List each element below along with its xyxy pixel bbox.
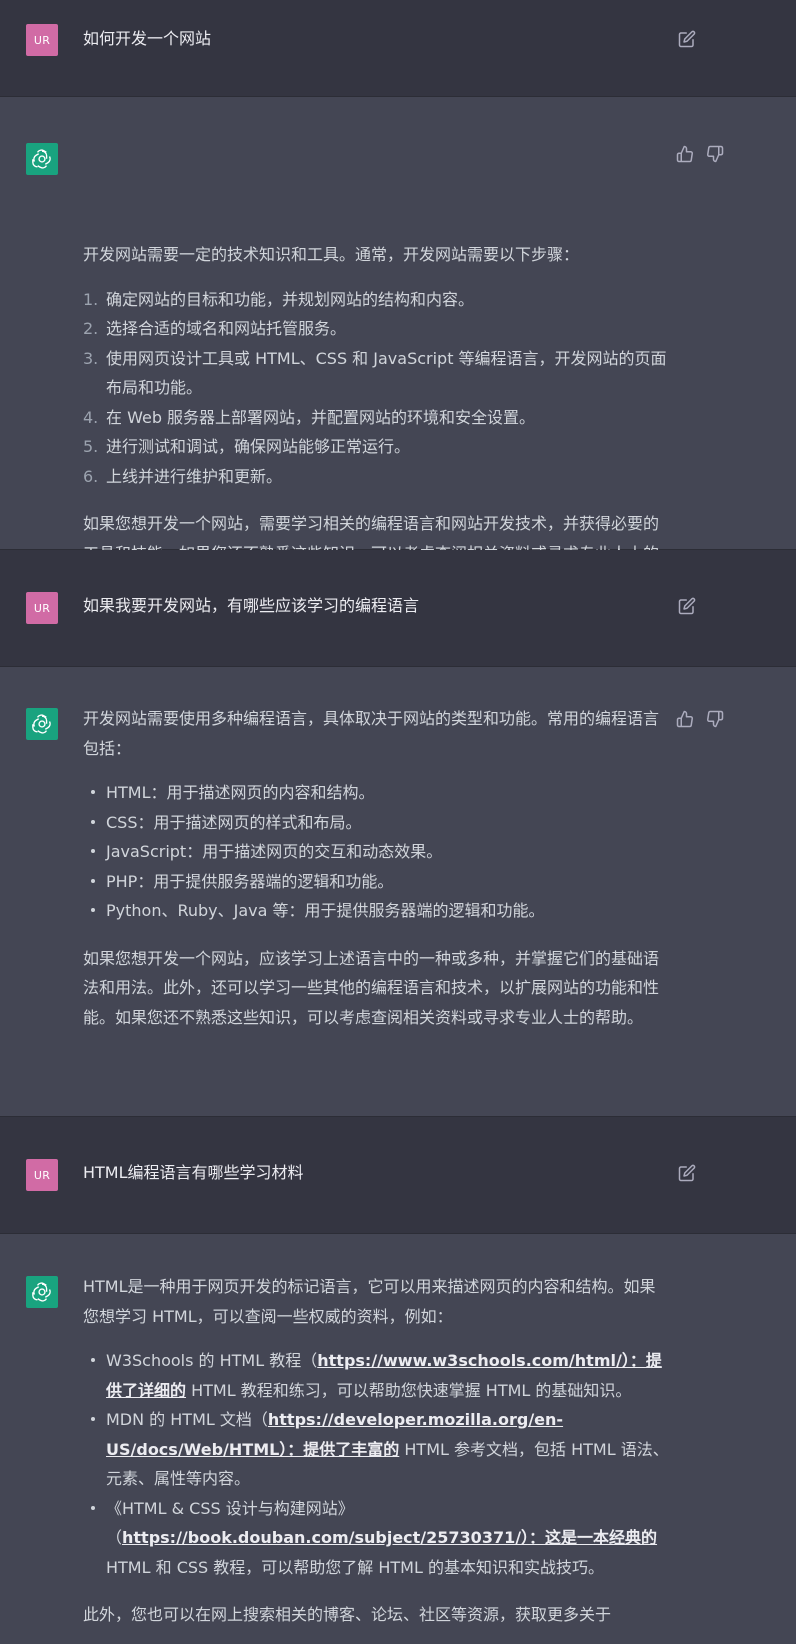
openai-logo-icon bbox=[26, 708, 58, 740]
user-message-text: HTML编程语言有哪些学习材料 bbox=[83, 1163, 304, 1182]
list-item: 4. 在 Web 服务器上部署网站，并配置网站的环境和安全设置。 bbox=[83, 407, 536, 427]
user-avatar: UR bbox=[26, 1159, 58, 1191]
assistant-message-2: 开发网站需要使用多种编程语言，具体取决于网站的类型和功能。常用的编程语言包括： … bbox=[0, 667, 796, 1117]
edit-icon[interactable] bbox=[678, 1164, 696, 1182]
user-avatar: UR bbox=[26, 592, 58, 624]
assistant-message-content: 开发网站需要使用多种编程语言，具体取决于网站的类型和功能。常用的编程语言包括： … bbox=[83, 704, 669, 1032]
list-item: W3Schools 的 HTML 教程（https://www.w3school… bbox=[83, 1346, 669, 1405]
list-item: 2. 选择合适的域名和网站托管服务。 bbox=[83, 319, 347, 338]
assistant-message-1: 开发网站需要一定的技术知识和工具。通常，开发网站需要以下步骤： 1. 确定网站的目… bbox=[0, 97, 796, 592]
thumbs-down-icon[interactable] bbox=[706, 710, 724, 728]
thumbs-down-icon[interactable] bbox=[706, 145, 724, 163]
feedback-buttons bbox=[676, 145, 724, 163]
list-item: MDN 的 HTML 文档（https://developer.mozilla.… bbox=[83, 1405, 669, 1494]
answer-intro: 开发网站需要一定的技术知识和工具。通常，开发网站需要以下步骤： bbox=[83, 245, 580, 264]
list-item: 3. 使用网页设计工具或 HTML、CSS 和 JavaScript 等编程语言，… bbox=[83, 348, 667, 398]
conversation-thread: UR 如何开发一个网站 开发网站需要一定的技术知识和工具。通常，开发网站需要以下… bbox=[0, 0, 796, 1644]
list-item: 1. 确定网站的目标和功能，并规划网站的结构和内容。 bbox=[83, 289, 475, 309]
user-message-text: 如果我要开发网站，有哪些应该学习的编程语言 bbox=[83, 596, 420, 615]
list-item: Python、Ruby、Java 等：用于提供服务器端的逻辑和功能。 bbox=[83, 896, 669, 926]
assistant-message-content: 开发网站需要一定的技术知识和工具。通常，开发网站需要以下步骤： 1. 确定网站的目… bbox=[83, 240, 669, 598]
user-avatar: UR bbox=[26, 24, 58, 56]
assistant-message-content: HTML是一种用于网页开发的标记语言，它可以用来描述网页的内容和结构。如果您想学… bbox=[83, 1272, 669, 1630]
resources-list: W3Schools 的 HTML 教程（https://www.w3school… bbox=[83, 1346, 669, 1582]
answer-outro: 如果您想开发一个网站，应该学习上述语言中的一种或多种，并掌握它们的基础语法和用法… bbox=[83, 948, 660, 1027]
feedback-buttons bbox=[676, 710, 724, 728]
user-message-1: UR 如何开发一个网站 bbox=[0, 0, 796, 97]
edit-icon[interactable] bbox=[678, 30, 696, 48]
list-item: CSS：用于描述网页的样式和布局。 bbox=[83, 808, 669, 838]
user-message-2: UR 如果我要开发网站，有哪些应该学习的编程语言 bbox=[0, 550, 796, 667]
list-item: HTML：用于描述网页的内容和结构。 bbox=[83, 778, 669, 808]
edit-icon[interactable] bbox=[678, 597, 696, 615]
answer-outro: 此外，您也可以在网上搜索相关的博客、论坛、社区等资源，获取更多关于 bbox=[83, 1605, 612, 1624]
openai-logo-icon bbox=[26, 143, 58, 175]
user-message-text: 如何开发一个网站 bbox=[83, 29, 212, 48]
list-item: PHP：用于提供服务器端的逻辑和功能。 bbox=[83, 867, 669, 897]
openai-logo-icon bbox=[26, 1276, 58, 1308]
thumbs-up-icon[interactable] bbox=[676, 710, 694, 728]
languages-list: HTML：用于描述网页的内容和结构。 CSS：用于描述网页的样式和布局。 Jav… bbox=[83, 778, 669, 926]
thumbs-up-icon[interactable] bbox=[676, 145, 694, 163]
list-item: 《HTML & CSS 设计与构建网站》（https://book.douban… bbox=[83, 1494, 669, 1583]
answer-intro: HTML是一种用于网页开发的标记语言，它可以用来描述网页的内容和结构。如果您想学… bbox=[83, 1277, 656, 1326]
user-message-3: UR HTML编程语言有哪些学习材料 bbox=[0, 1117, 796, 1234]
steps-list: 1. 确定网站的目标和功能，并规划网站的结构和内容。 2. 选择合适的域名和网站托管… bbox=[83, 285, 669, 492]
list-item: 6. 上线并进行维护和更新。 bbox=[83, 466, 283, 486]
answer-intro: 开发网站需要使用多种编程语言，具体取决于网站的类型和功能。常用的编程语言包括： bbox=[83, 709, 660, 758]
assistant-message-3: HTML是一种用于网页开发的标记语言，它可以用来描述网页的内容和结构。如果您想学… bbox=[0, 1234, 796, 1644]
list-item: JavaScript：用于描述网页的交互和动态效果。 bbox=[83, 837, 669, 867]
list-item: 5. 进行测试和调试，确保网站能够正常运行。 bbox=[83, 437, 411, 456]
resource-link-douban[interactable]: https://book.douban.com/subject/25730371… bbox=[122, 1528, 657, 1547]
